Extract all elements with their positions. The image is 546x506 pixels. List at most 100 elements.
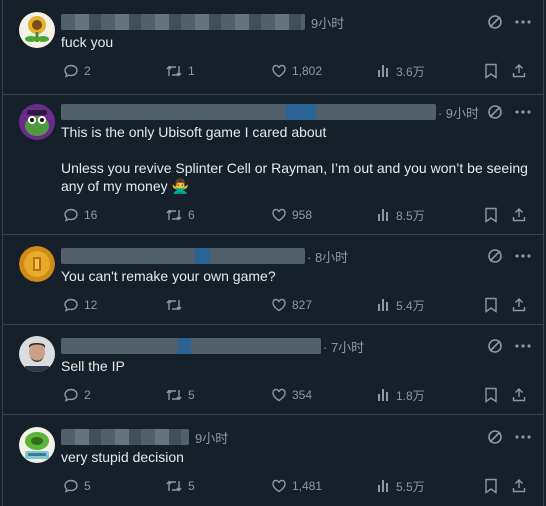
views-button[interactable]: 1.8万 (377, 385, 425, 405)
post-text: This is the only Ubisoft game I cared ab… (61, 124, 528, 194)
reply-count: 12 (84, 298, 98, 312)
like-count: 1,481 (292, 479, 323, 493)
views-button[interactable]: 3.6万 (377, 61, 425, 81)
grok-icon[interactable] (487, 104, 503, 120)
redacted-username[interactable] (61, 248, 305, 264)
reply-button[interactable]: 16 (63, 205, 97, 225)
grok-icon[interactable] (487, 248, 503, 264)
post-timestamp[interactable]: · 8小时 (307, 247, 348, 266)
like-button[interactable]: 1,481 (271, 476, 322, 496)
retweet-button[interactable]: 6 (165, 205, 195, 225)
more-options-icon[interactable] (515, 429, 531, 445)
redacted-username[interactable] (61, 104, 436, 120)
more-options-icon[interactable] (515, 104, 531, 120)
post-header: · 8小时 (61, 246, 531, 266)
more-options-icon[interactable] (515, 14, 531, 30)
retweet-button[interactable]: 5 (165, 476, 195, 496)
post-header: 9小时 (61, 427, 531, 447)
like-count: 1,802 (292, 64, 323, 78)
post-timestamp[interactable]: 9小时 (311, 13, 344, 32)
redacted-username[interactable] (61, 338, 321, 354)
retweet-button[interactable] (165, 295, 188, 315)
grok-icon[interactable] (487, 338, 503, 354)
share-icon (512, 208, 526, 222)
post-text: Sell the IP (61, 358, 125, 374)
reply-button[interactable]: 2 (63, 385, 91, 405)
post-header: 9小时 (61, 12, 531, 32)
share-button[interactable] (511, 476, 532, 496)
reply-post[interactable]: · 9小时 This is the only Ubisoft game I ca… (3, 95, 543, 235)
bookmark-button[interactable] (484, 476, 503, 496)
retweet-button[interactable]: 5 (165, 385, 195, 405)
share-button[interactable] (511, 205, 532, 225)
frog-avatar-icon[interactable] (19, 104, 55, 140)
retweet-icon (166, 389, 182, 401)
grok-icon[interactable] (487, 429, 503, 445)
like-count: 958 (292, 208, 313, 222)
plant-avatar-icon[interactable] (19, 12, 55, 48)
bookmark-icon (485, 207, 497, 223)
retweet-button[interactable]: 1 (165, 61, 195, 81)
reply-button[interactable]: 12 (63, 295, 97, 315)
post-text: very stupid decision (61, 449, 184, 465)
like-button[interactable]: 354 (271, 385, 312, 405)
post-timestamp[interactable]: 9小时 (195, 428, 228, 447)
post-text: You can't remake your own game? (61, 268, 276, 284)
reply-count: 2 (84, 64, 91, 78)
bookmark-button[interactable] (484, 385, 503, 405)
gold-coin-avatar-icon[interactable] (19, 246, 55, 282)
bookmark-icon (485, 297, 497, 313)
view-count: 5.4万 (396, 298, 425, 313)
analytics-icon (378, 65, 388, 77)
bookmark-icon (485, 63, 497, 79)
bookmark-button[interactable] (484, 61, 503, 81)
share-button[interactable] (511, 61, 532, 81)
bookmark-button[interactable] (484, 205, 503, 225)
like-count: 354 (292, 388, 313, 402)
views-button[interactable]: 5.5万 (377, 476, 425, 496)
reply-button[interactable]: 2 (63, 61, 91, 81)
post-header: · 7小时 (61, 336, 531, 356)
bookmark-button[interactable] (484, 295, 503, 315)
post-actions: 2 5 354 1.8万 (61, 385, 529, 405)
views-button[interactable]: 5.4万 (377, 295, 425, 315)
view-count: 5.5万 (396, 479, 425, 494)
retweet-icon (166, 480, 182, 492)
like-button[interactable]: 1,802 (271, 61, 322, 81)
more-options-icon[interactable] (515, 248, 531, 264)
post-timestamp[interactable]: · 7小时 (323, 337, 364, 356)
views-button[interactable]: 8.5万 (377, 205, 425, 225)
reply-count: 16 (84, 208, 98, 222)
reply-count: 2 (84, 388, 91, 402)
heart-icon (272, 208, 286, 222)
reply-feed: 9小时 fuck you 2 1 1,802 3.6万 · 9小时 This i… (2, 0, 544, 506)
redacted-username[interactable] (61, 14, 305, 30)
like-count: 827 (292, 298, 313, 312)
plant-avatar-icon[interactable] (19, 427, 55, 463)
share-icon (512, 479, 526, 493)
like-button[interactable]: 958 (271, 205, 312, 225)
share-icon (512, 298, 526, 312)
reply-post[interactable]: 9小时 very stupid decision 5 5 1,481 5.5万 (3, 415, 543, 506)
post-actions: 16 6 958 8.5万 (61, 205, 529, 225)
reply-post[interactable]: · 8小时 You can't remake your own game? 12… (3, 235, 543, 325)
reply-count: 5 (84, 479, 91, 493)
more-options-icon[interactable] (515, 338, 531, 354)
post-text: fuck you (61, 34, 114, 50)
person-avatar-icon[interactable] (19, 336, 55, 372)
reply-button[interactable]: 5 (63, 476, 91, 496)
reply-post[interactable]: 9小时 fuck you 2 1 1,802 3.6万 (3, 0, 543, 95)
reply-post[interactable]: · 7小时 Sell the IP 2 5 354 1.8万 (3, 325, 543, 415)
heart-icon (272, 64, 286, 78)
retweet-icon (166, 299, 182, 311)
like-button[interactable]: 827 (271, 295, 312, 315)
share-button[interactable] (511, 385, 532, 405)
redacted-username[interactable] (61, 429, 189, 445)
analytics-icon (378, 480, 388, 492)
post-timestamp[interactable]: · 9小时 (438, 103, 479, 122)
share-button[interactable] (511, 295, 532, 315)
post-actions: 5 5 1,481 5.5万 (61, 476, 529, 496)
analytics-icon (378, 389, 388, 401)
grok-icon[interactable] (487, 14, 503, 30)
analytics-icon (378, 299, 388, 311)
